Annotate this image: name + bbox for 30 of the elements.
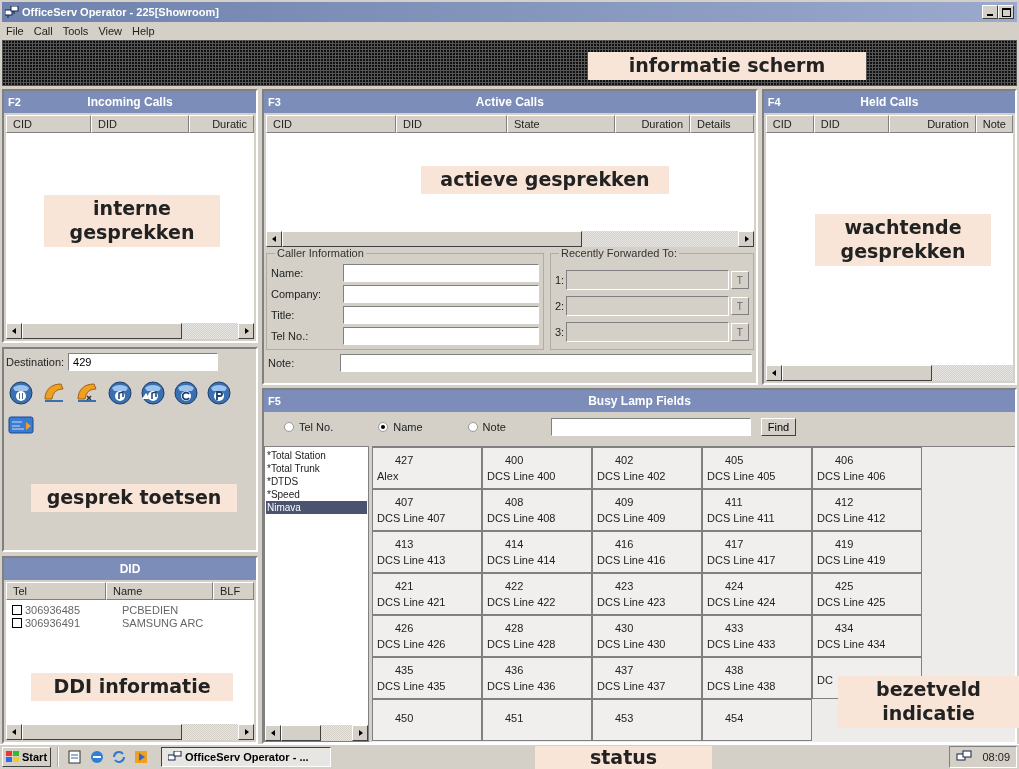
field-label: Title: [271,309,296,321]
annotation-tooltip: bezetveld indicatie [838,676,1019,728]
table-cell-text: PCBEDIEN [122,604,180,616]
annotation-tooltip: gesprek toetsen [31,484,237,512]
annotation-tooltip: interne gesprekken [44,195,220,247]
field-label: 2: [555,300,565,312]
annotation-tooltip: status [535,746,712,769]
field-label: 3: [555,326,565,338]
clock: 08:09 [982,751,1010,763]
annotation-tooltip: actieve gesprekken [421,166,669,194]
panel-header: F4 Held Calls [763,91,1015,113]
annotation-tooltip: DDI informatie [31,673,233,701]
panel-header: F5 Busy Lamp Fields [264,390,1015,412]
field-label: 1: [555,274,565,286]
field-label: Tel No.: [271,330,310,342]
group-label: Recently Forwarded To: [559,247,679,259]
annotation-tooltip: informatie scherm [588,52,866,80]
annotation-tooltip: wachtende gesprekken [815,214,991,266]
field-label: Note: [268,357,296,369]
panel-header: DID [4,558,256,580]
window-title: OfficeServ Operator - 225[Showroom] [22,6,219,18]
panel-header: F3 Active Calls [264,91,756,113]
destination-label: Destination: [6,356,65,368]
table-cell-text: SAMSUNG ARC [122,617,205,629]
table-cell-text: 306936485 [25,604,82,616]
group-label: Caller Information [275,247,366,259]
panel-header: F2 Incoming Calls [4,91,256,113]
field-label: Company: [271,288,323,300]
field-label: Name: [271,267,305,279]
table-cell-text: 306936491 [25,617,82,629]
